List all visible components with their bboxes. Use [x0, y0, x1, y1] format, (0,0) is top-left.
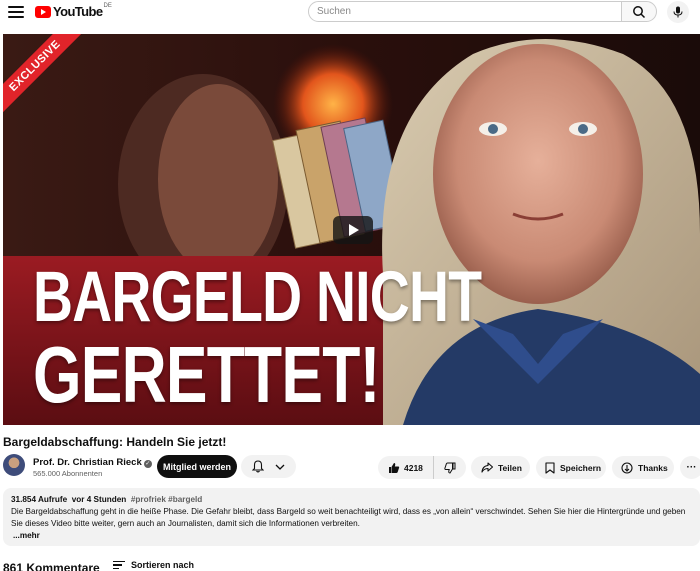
- upload-age: vor 4 Stunden: [71, 495, 127, 504]
- video-meta: 31.854 Aufrufe vor 4 Stunden #profriek #…: [11, 494, 692, 506]
- thumbs-up-icon: [389, 462, 400, 473]
- join-membership-button[interactable]: Mitglied werden: [157, 455, 237, 478]
- subscription-bell-button[interactable]: [241, 455, 296, 478]
- thanks-button[interactable]: Thanks: [612, 456, 674, 479]
- comment-count: 861 Kommentare: [3, 561, 100, 571]
- share-label: Teilen: [498, 462, 522, 473]
- description-text: Die Bargeldabschaffung geht in die heiße…: [11, 507, 686, 528]
- mic-icon: [673, 6, 683, 18]
- headline-line-2: GERETTET!: [33, 330, 380, 419]
- sort-label: Sortieren nach: [131, 560, 195, 570]
- chevron-down-icon: [275, 464, 285, 470]
- youtube-logo[interactable]: YouTube DE: [35, 2, 112, 19]
- sort-comments-button[interactable]: Sortieren nach: [113, 560, 194, 570]
- subscriber-count: 565.000 Abonnenten: [33, 469, 103, 478]
- bell-icon: [252, 460, 265, 473]
- super-thanks-icon: [621, 461, 633, 474]
- video-title: Bargeldabschaffung: Handeln Sie jetzt!: [3, 435, 227, 449]
- show-more-link[interactable]: ...mehr: [13, 530, 692, 542]
- channel-avatar[interactable]: [3, 454, 25, 476]
- video-player[interactable]: EXCLUSIVE BARGELD NICHT GERETTET!: [3, 34, 700, 425]
- sort-icon: [113, 560, 125, 570]
- channel-name-text: Prof. Dr. Christian Rieck: [33, 457, 142, 468]
- channel-actions-row: Prof. Dr. Christian Rieck ✓ 565.000 Abonn…: [3, 454, 700, 482]
- verified-icon: ✓: [143, 460, 152, 468]
- voice-search-button[interactable]: [667, 1, 689, 23]
- channel-name[interactable]: Prof. Dr. Christian Rieck ✓: [33, 457, 152, 468]
- share-icon: [481, 462, 493, 473]
- search-button[interactable]: [621, 1, 657, 22]
- top-bar: YouTube DE Suchen: [0, 0, 700, 26]
- share-button[interactable]: Teilen: [471, 456, 530, 479]
- hashtags[interactable]: #profriek #bargeld: [131, 495, 202, 504]
- thumbnail-headline: BARGELD NICHT GERETTET!: [33, 258, 482, 419]
- like-dislike-group: 4218: [378, 456, 466, 479]
- video-description[interactable]: 31.854 Aufrufe vor 4 Stunden #profriek #…: [3, 488, 700, 546]
- like-button[interactable]: 4218: [378, 456, 434, 479]
- play-button[interactable]: [333, 216, 373, 244]
- logo-text: YouTube: [53, 4, 103, 19]
- search-icon: [633, 5, 646, 18]
- dislike-button[interactable]: [434, 456, 466, 479]
- comments-header: 861 Kommentare Sortieren nach: [3, 560, 700, 571]
- headline-line-1: BARGELD NICHT: [33, 258, 482, 337]
- bookmark-icon: [545, 461, 555, 474]
- search-input[interactable]: Suchen: [308, 1, 622, 22]
- save-button[interactable]: Speichern: [536, 456, 606, 479]
- youtube-play-icon: [35, 5, 51, 18]
- thanks-label: Thanks: [638, 462, 668, 473]
- thumbs-down-icon: [444, 462, 456, 474]
- more-actions-button[interactable]: ···: [680, 456, 700, 479]
- more-icon: ···: [686, 462, 697, 473]
- save-label: Speichern: [560, 462, 602, 473]
- logo-country: DE: [103, 2, 112, 9]
- menu-icon[interactable]: [8, 4, 24, 20]
- like-count: 4218: [404, 462, 423, 473]
- view-count: 31.854 Aufrufe: [11, 495, 68, 504]
